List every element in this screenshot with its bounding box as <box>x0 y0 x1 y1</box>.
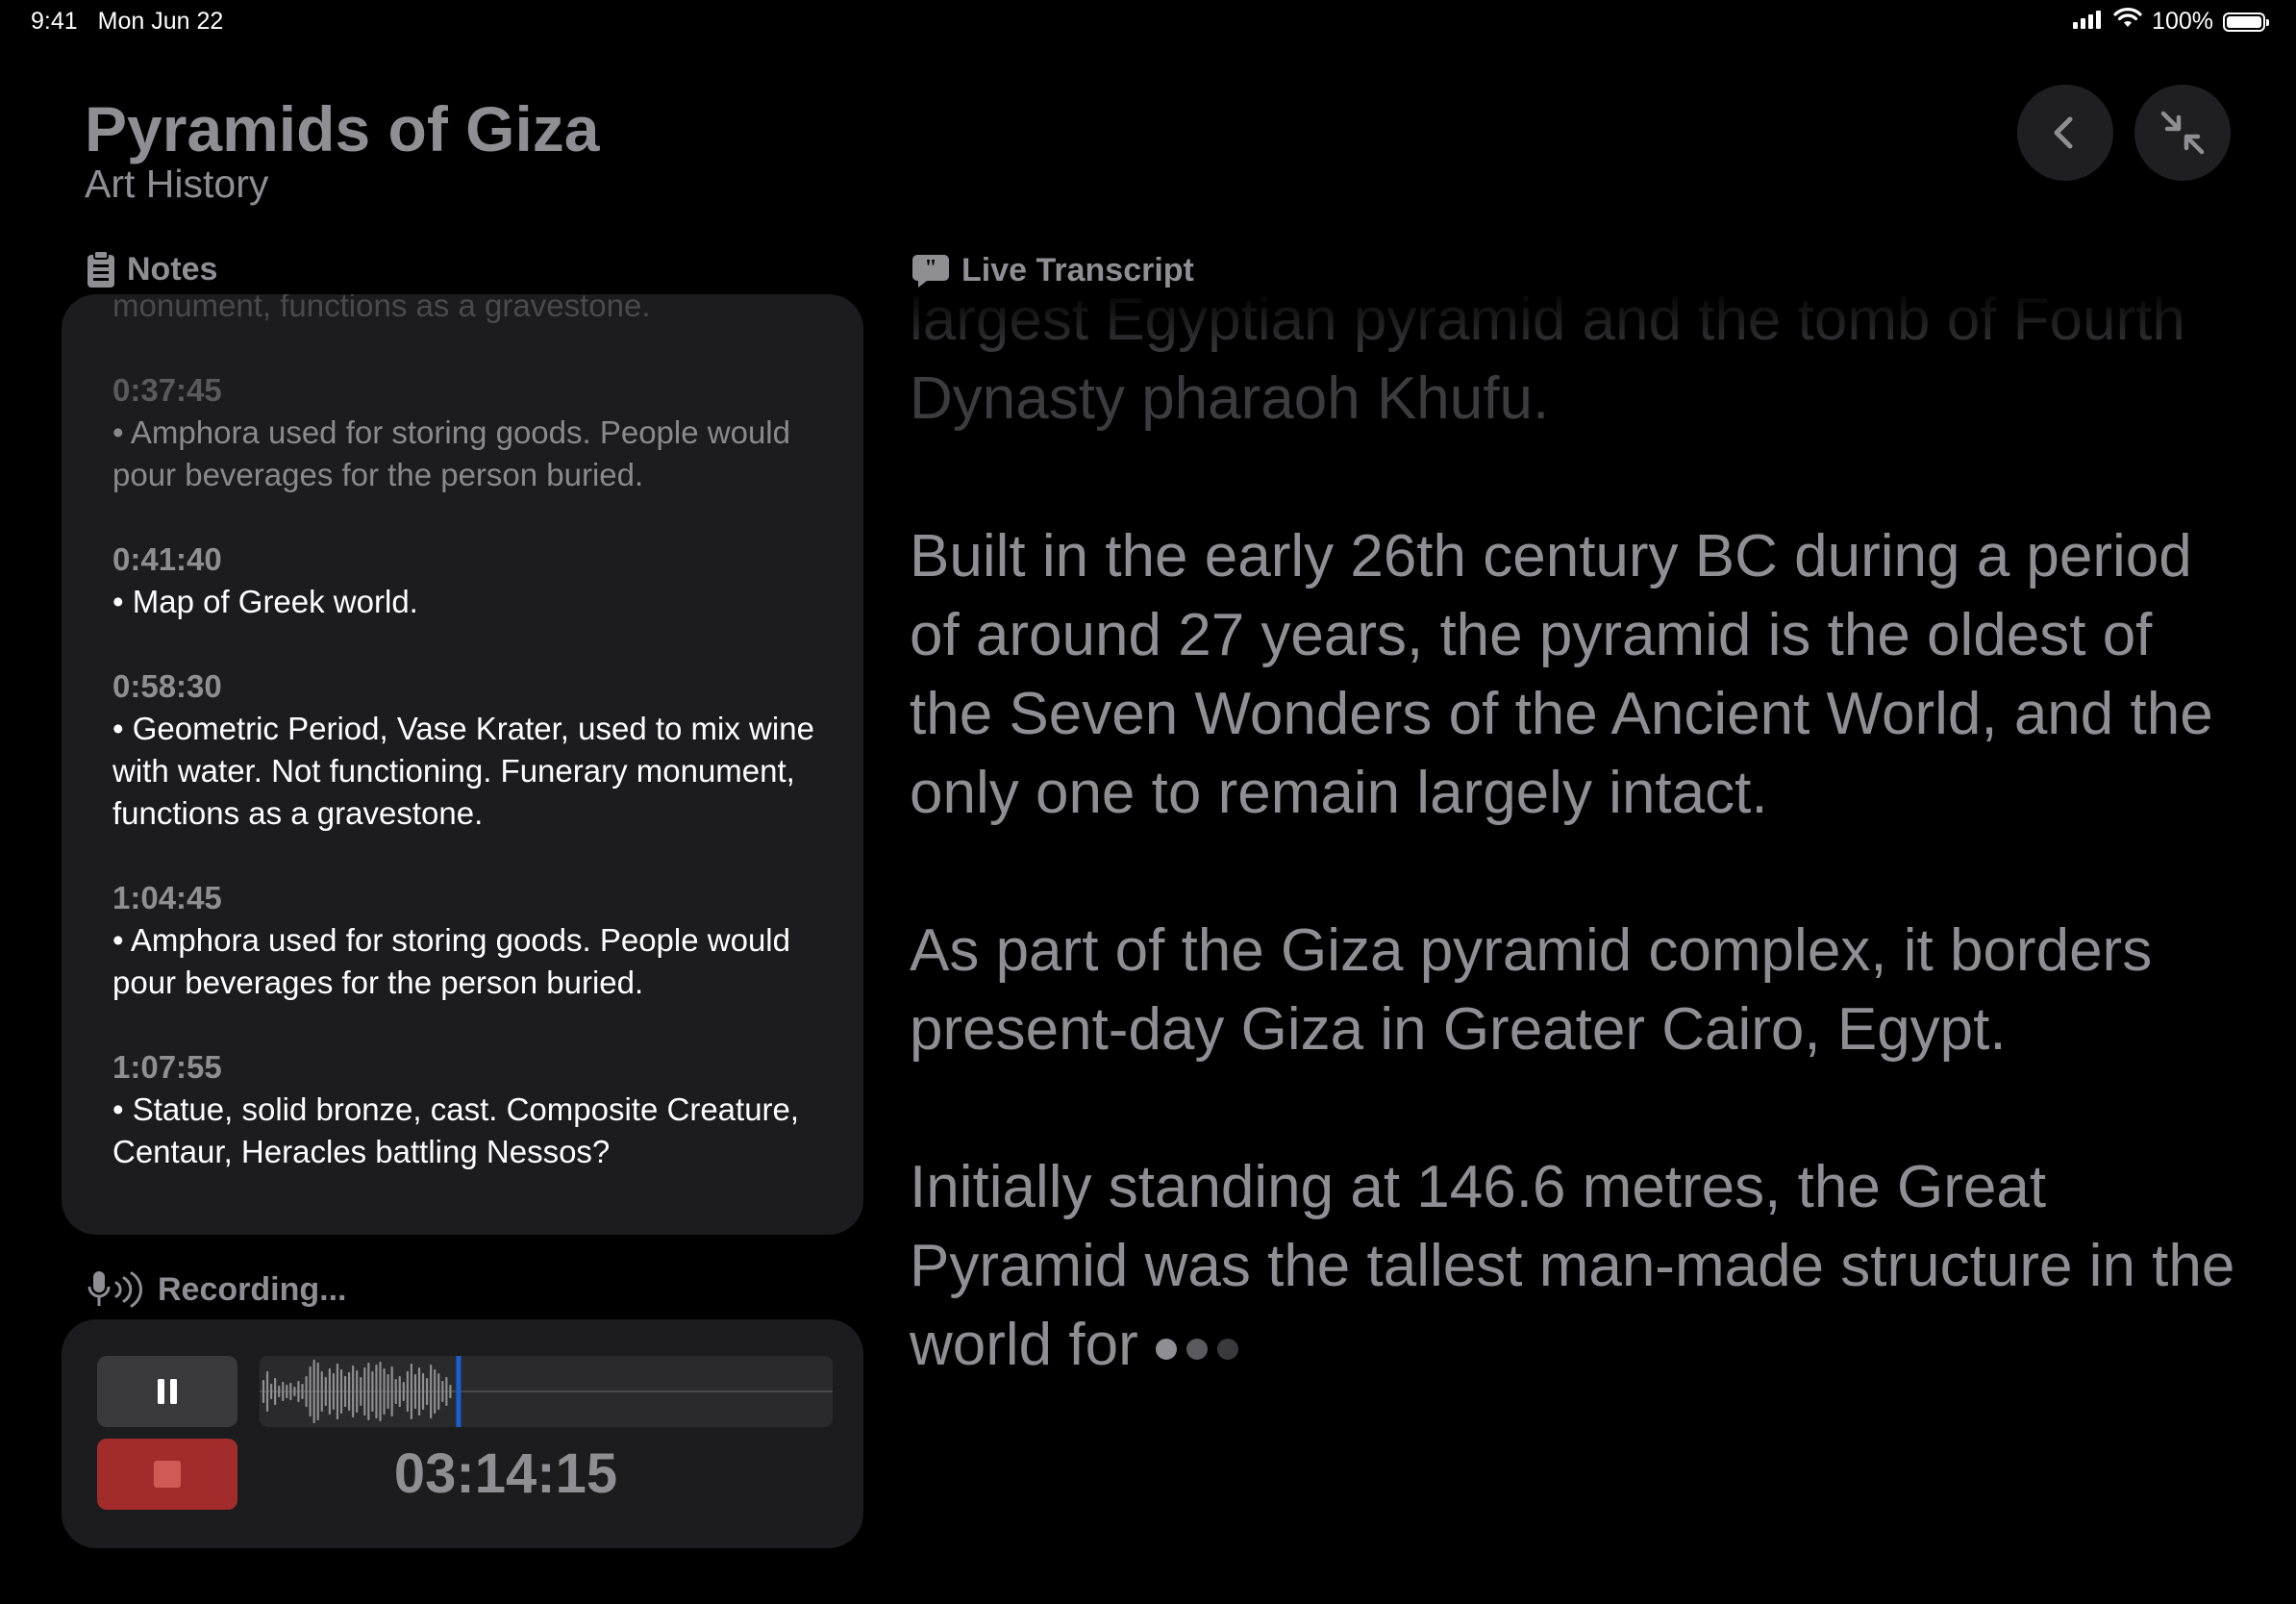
arrows-collapse-icon <box>2160 111 2205 155</box>
waveform-graphic <box>260 1356 833 1427</box>
typing-dot <box>1155 1338 1177 1360</box>
typing-dot <box>1216 1338 1238 1360</box>
note-text: monument, functions as a gravestone. <box>112 294 651 323</box>
note-text: • Map of Greek world. <box>112 584 418 619</box>
notes-label: Notes <box>127 250 218 288</box>
typing-indicator <box>1155 1338 1238 1360</box>
pause-button[interactable] <box>97 1356 237 1427</box>
status-indicators: 100% <box>2073 8 2269 36</box>
transcript-current-text: Initially standing at 146.6 metres, the … <box>910 1154 2235 1378</box>
status-time: 9:41 <box>31 8 78 35</box>
note-text: • Statue, solid bronze, cast. Composite … <box>112 1091 800 1169</box>
notes-list: monument, functions as a gravestone. 0:3… <box>112 294 843 1216</box>
minimize-button[interactable] <box>2134 85 2231 181</box>
note-item[interactable]: 0:41:40 • Map of Greek world. <box>112 539 843 623</box>
transcript-paragraph-current: Initially standing at 146.6 metres, the … <box>910 1148 2246 1385</box>
back-button[interactable] <box>2017 85 2113 181</box>
microphone-waves-icon <box>87 1271 142 1308</box>
audio-waveform[interactable] <box>260 1356 833 1427</box>
notes-header: Notes <box>87 250 217 288</box>
battery-icon <box>2223 12 2269 32</box>
battery-percent: 100% <box>2152 8 2213 35</box>
status-bar: 9:41 Mon Jun 22 100% <box>0 0 2296 46</box>
waveform-playhead[interactable] <box>456 1356 462 1427</box>
note-item[interactable]: monument, functions as a gravestone. <box>112 294 843 327</box>
stop-icon <box>154 1461 181 1488</box>
pause-icon <box>158 1379 177 1404</box>
recording-timer: 03:14:15 <box>393 1442 618 1505</box>
recording-status: Recording... <box>158 1270 347 1308</box>
note-timestamp: 1:04:45 <box>112 880 222 915</box>
note-timestamp: 0:41:40 <box>112 541 222 577</box>
recording-header: Recording... <box>87 1269 346 1310</box>
live-transcript[interactable]: largest Egyptian pyramid and the tomb of… <box>910 288 2246 1558</box>
chevron-left-icon <box>2054 116 2073 149</box>
transcript-paragraph: As part of the Giza pyramid complex, it … <box>910 917 2153 1063</box>
note-item[interactable]: 1:04:45 • Amphora used for storing goods… <box>112 877 843 1004</box>
note-item[interactable]: 0:37:45 • Amphora used for storing goods… <box>112 369 843 496</box>
notes-card[interactable]: monument, functions as a gravestone. 0:3… <box>62 294 863 1235</box>
svg-text:": " <box>924 256 936 281</box>
transcript-text: largest Egyptian pyramid and the tomb of… <box>910 288 2246 1464</box>
page-subtitle: Art History <box>85 162 269 206</box>
transcript-header: " Live Transcript <box>911 252 1194 289</box>
page-title: Pyramids of Giza <box>85 93 600 164</box>
note-timestamp: 0:37:45 <box>112 372 222 408</box>
note-text: • Geometric Period, Vase Krater, used to… <box>112 711 814 831</box>
note-timestamp: 0:58:30 <box>112 668 222 704</box>
clipboard-icon <box>87 250 114 288</box>
typing-dot <box>1185 1338 1208 1360</box>
stop-button[interactable] <box>97 1439 237 1510</box>
note-text: • Amphora used for storing goods. People… <box>112 922 790 1000</box>
status-date: Mon Jun 22 <box>97 8 224 35</box>
note-item[interactable]: 0:58:30 • Geometric Period, Vase Krater,… <box>112 665 843 835</box>
note-text: • Amphora used for storing goods. People… <box>112 414 790 492</box>
transcript-label: Live Transcript <box>961 252 1194 288</box>
transcript-top-fade <box>910 288 2246 356</box>
signal-icon <box>2073 8 2104 36</box>
wifi-icon <box>2113 8 2142 36</box>
recording-controls: 03:14:15 <box>62 1319 863 1548</box>
transcript-paragraph: Built in the early 26th century BC durin… <box>910 523 2213 826</box>
status-time-date: 9:41 Mon Jun 22 <box>31 8 223 36</box>
note-item[interactable]: 1:07:55 • Statue, solid bronze, cast. Co… <box>112 1046 843 1173</box>
speech-bubble-icon: " <box>912 254 949 288</box>
note-timestamp: 1:07:55 <box>112 1049 222 1085</box>
